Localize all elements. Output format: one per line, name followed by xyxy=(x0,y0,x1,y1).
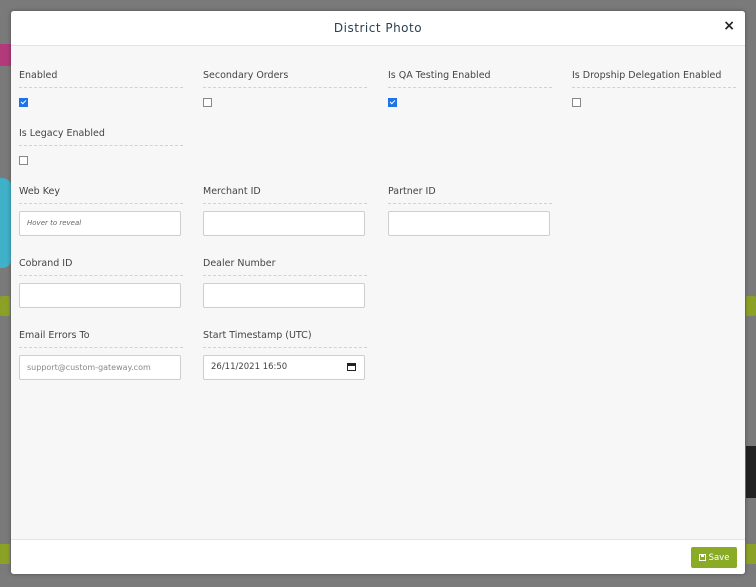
backdrop-accent xyxy=(746,446,756,498)
partner-id-field: Partner ID xyxy=(388,186,552,236)
floppy-disk-icon xyxy=(698,554,706,561)
start-timestamp-value: 26/11/2021 16:50 xyxy=(211,362,288,372)
field-label: Is Legacy Enabled xyxy=(19,128,183,146)
backdrop-accent xyxy=(0,544,10,564)
start-timestamp-field: Start Timestamp (UTC) 26/11/2021 16:50 xyxy=(203,330,367,380)
email-errors-input[interactable]: support@custom-gateway.com xyxy=(19,355,181,380)
secondary-orders-field: Secondary Orders xyxy=(203,70,367,107)
field-label: Start Timestamp (UTC) xyxy=(203,330,367,348)
field-label: Web Key xyxy=(19,186,183,204)
backdrop-accent xyxy=(746,296,756,316)
modal-header: District Photo × xyxy=(11,11,745,46)
qa-testing-field: Is QA Testing Enabled xyxy=(388,70,552,107)
partner-id-input[interactable] xyxy=(388,211,550,236)
merchant-id-field: Merchant ID xyxy=(203,186,367,236)
backdrop-accent xyxy=(0,574,756,587)
field-label: Partner ID xyxy=(388,186,552,204)
close-icon[interactable]: × xyxy=(723,19,735,33)
qa-testing-checkbox[interactable] xyxy=(388,98,397,107)
district-photo-modal: District Photo × Enabled Secondary Order… xyxy=(11,11,745,574)
field-label: Merchant ID xyxy=(203,186,367,204)
web-key-field: Web Key Hover to reveal xyxy=(19,186,183,236)
field-label: Is Dropship Delegation Enabled xyxy=(572,70,736,88)
dealer-number-input[interactable] xyxy=(203,283,365,308)
enabled-checkbox[interactable] xyxy=(19,98,28,107)
field-label: Cobrand ID xyxy=(19,258,183,276)
cobrand-id-field: Cobrand ID xyxy=(19,258,183,308)
backdrop-accent xyxy=(746,544,756,564)
calendar-icon[interactable] xyxy=(347,363,356,371)
field-label: Is QA Testing Enabled xyxy=(388,70,552,88)
enabled-field: Enabled xyxy=(19,70,183,107)
modal-body: Enabled Secondary Orders Is QA Testing E… xyxy=(11,46,745,539)
field-label: Email Errors To xyxy=(19,330,183,348)
dealer-number-field: Dealer Number xyxy=(203,258,367,308)
field-label: Enabled xyxy=(19,70,183,88)
cobrand-id-input[interactable] xyxy=(19,283,181,308)
modal-footer: Save xyxy=(11,539,745,574)
modal-title: District Photo xyxy=(333,21,423,35)
backdrop-accent xyxy=(0,296,10,316)
legacy-enabled-field: Is Legacy Enabled xyxy=(19,128,183,165)
dropship-delegation-checkbox[interactable] xyxy=(572,98,581,107)
web-key-input[interactable]: Hover to reveal xyxy=(19,211,181,236)
dropship-delegation-field: Is Dropship Delegation Enabled xyxy=(572,70,736,107)
save-button[interactable]: Save xyxy=(691,547,737,568)
field-label: Dealer Number xyxy=(203,258,367,276)
secondary-orders-checkbox[interactable] xyxy=(203,98,212,107)
save-label: Save xyxy=(708,552,730,563)
start-timestamp-input[interactable]: 26/11/2021 16:50 xyxy=(203,355,365,380)
field-label: Secondary Orders xyxy=(203,70,367,88)
merchant-id-input[interactable] xyxy=(203,211,365,236)
legacy-enabled-checkbox[interactable] xyxy=(19,156,28,165)
email-errors-field: Email Errors To support@custom-gateway.c… xyxy=(19,330,183,380)
